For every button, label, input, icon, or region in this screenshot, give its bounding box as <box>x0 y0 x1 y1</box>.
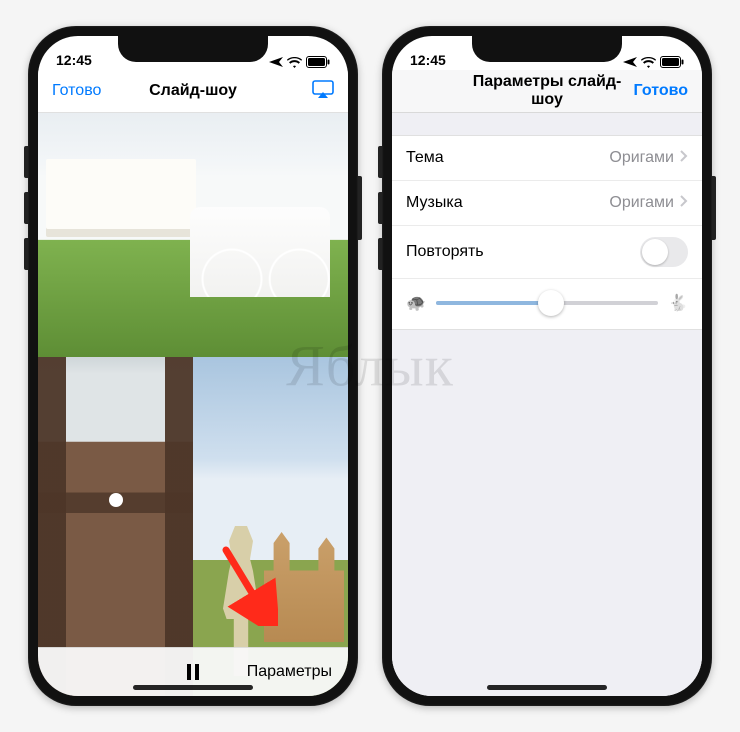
airplane-mode-icon <box>269 56 283 68</box>
row-repeat: Повторять <box>392 226 702 279</box>
chevron-right-icon <box>680 194 688 212</box>
navigation-bar: Параметры слайд-шоу Готово <box>392 70 702 113</box>
wifi-icon <box>641 57 656 68</box>
notch <box>472 36 622 62</box>
notch <box>118 36 268 62</box>
done-button[interactable]: Готово <box>634 82 688 100</box>
chevron-right-icon <box>680 149 688 167</box>
slideshow-photo-bottom-left <box>38 357 193 696</box>
clock: 12:45 <box>56 52 92 68</box>
phone-options: 12:45 Параметры слайд-шоу <box>382 26 712 706</box>
speed-slider[interactable] <box>436 301 658 305</box>
done-button[interactable]: Готово <box>52 82 101 100</box>
turtle-icon: 🐢 <box>406 293 426 313</box>
speed-slider-fill <box>436 301 552 305</box>
row-repeat-label: Повторять <box>406 243 484 261</box>
wifi-icon <box>287 57 302 68</box>
airplane-mode-icon <box>623 56 637 68</box>
pause-icon <box>186 664 200 680</box>
clock: 12:45 <box>410 52 446 68</box>
phone-slideshow: 12:45 Готово Слайд-шоу <box>28 26 358 706</box>
row-theme[interactable]: Тема Оригами <box>392 136 702 181</box>
speed-slider-thumb[interactable] <box>538 290 564 316</box>
page-title: Слайд-шоу <box>116 82 270 100</box>
pause-button[interactable] <box>186 664 200 680</box>
row-music-label: Музыка <box>406 194 463 212</box>
home-indicator <box>487 685 607 690</box>
options-button[interactable]: Параметры <box>247 663 332 681</box>
battery-icon <box>660 56 684 68</box>
slideshow-photo-bottom-right <box>193 357 348 696</box>
row-music-value: Оригами <box>609 194 674 212</box>
airplay-icon[interactable] <box>312 80 334 103</box>
row-music[interactable]: Музыка Оригами <box>392 181 702 226</box>
rabbit-icon: 🐇 <box>668 293 688 313</box>
settings-list: Тема Оригами Музыка Оригами <box>392 135 702 330</box>
home-indicator <box>133 685 253 690</box>
slideshow-canvas[interactable]: Параметры <box>38 113 348 696</box>
row-speed: 🐢 🐇 <box>392 279 702 329</box>
settings-body: Тема Оригами Музыка Оригами <box>392 113 702 696</box>
row-theme-label: Тема <box>406 149 444 167</box>
repeat-toggle[interactable] <box>640 237 688 267</box>
row-theme-value: Оригами <box>609 149 674 167</box>
page-title: Параметры слайд-шоу <box>470 73 624 109</box>
battery-icon <box>306 56 330 68</box>
navigation-bar: Готово Слайд-шоу <box>38 70 348 113</box>
slideshow-photo-top <box>38 113 348 357</box>
